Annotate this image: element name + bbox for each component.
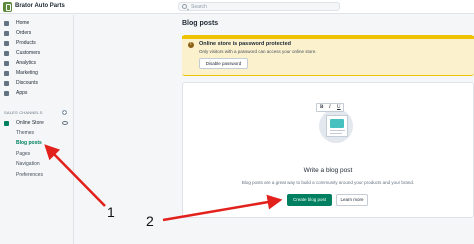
underline-icon: U	[337, 105, 341, 110]
sidebar-subitem-blog-posts[interactable]: Blog posts	[16, 140, 42, 148]
empty-state-title: Write a blog post	[303, 167, 353, 174]
sidebar-item-discounts[interactable]: Discounts	[4, 79, 70, 88]
page-title: Blog posts	[182, 20, 219, 27]
sidebar-item-label: Apps	[16, 90, 28, 96]
sidebar-item-online-store[interactable]: Online Store	[4, 119, 70, 128]
tag-icon	[4, 41, 9, 46]
store-icon	[4, 121, 9, 126]
password-protection-banner: Online store is password protected Only …	[182, 35, 474, 76]
apps-icon	[4, 91, 9, 96]
text-line	[330, 130, 345, 131]
text-line	[330, 133, 342, 134]
sidebar-item-label: Analytics	[16, 60, 37, 66]
disable-password-button[interactable]: Disable password	[199, 58, 248, 69]
sidebar-subitem-preferences[interactable]: Preferences	[16, 172, 43, 180]
sidebar-item-orders[interactable]: Orders	[4, 29, 70, 38]
top-bar: Brator Auto Parts Search	[0, 0, 474, 14]
megaphone-icon	[4, 71, 9, 76]
image-icon	[330, 119, 344, 128]
italic-icon: I	[329, 105, 331, 110]
store-name[interactable]: Brator Auto Parts	[15, 3, 65, 9]
search-icon	[182, 4, 187, 9]
format-toolbar: B I U	[316, 103, 344, 112]
banner-title: Online store is password protected	[199, 41, 291, 47]
sidebar-item-apps[interactable]: Apps	[4, 89, 70, 98]
sidebar-subitem-themes[interactable]: Themes	[16, 130, 34, 138]
sidebar-subitem-pages[interactable]: Pages	[16, 151, 30, 159]
discount-icon	[4, 81, 9, 86]
create-blog-post-button[interactable]: Create blog post	[287, 194, 332, 206]
sidebar-item-marketing[interactable]: Marketing	[4, 69, 70, 78]
section-label-sales-channels: SALES CHANNELS	[4, 110, 43, 115]
annotation-label-2: 2	[146, 213, 154, 229]
search-input[interactable]: Search	[178, 2, 340, 11]
empty-state-text: Blog posts are a great way to build a co…	[241, 180, 415, 185]
person-icon	[4, 51, 9, 56]
sidebar-subitem-navigation[interactable]: Navigation	[16, 161, 40, 169]
blog-illustration: B I U	[314, 103, 354, 153]
shopify-logo-icon[interactable]	[3, 2, 12, 12]
sidebar-item-label: Marketing	[16, 70, 38, 76]
home-icon	[4, 21, 9, 26]
sidebar-item-label: Products	[16, 40, 36, 46]
learn-more-button[interactable]: Learn more	[336, 194, 368, 206]
empty-state-card: B I U Write a blog post Blog posts are a…	[182, 82, 474, 218]
annotation-label-1: 1	[107, 204, 115, 220]
sidebar-item-customers[interactable]: Customers	[4, 49, 70, 58]
sidebar-item-label: Home	[16, 20, 30, 26]
sidebar-item-label: Customers	[16, 50, 41, 56]
sidebar-item-label: Orders	[16, 30, 32, 36]
bold-icon: B	[320, 105, 324, 110]
search-placeholder: Search	[191, 4, 207, 10]
warning-icon	[188, 41, 194, 48]
bar-chart-icon	[4, 61, 9, 66]
sidebar-item-home[interactable]: Home	[4, 19, 70, 28]
banner-accent-bar	[182, 36, 474, 39]
eye-icon[interactable]	[62, 121, 68, 125]
sidebar-item-label: Discounts	[16, 80, 38, 86]
add-channel-icon[interactable]	[62, 110, 67, 115]
banner-text: Only visitors with a password can access…	[199, 49, 317, 54]
sidebar: Home Orders Products Customers Analytics…	[0, 15, 74, 244]
sidebar-item-products[interactable]: Products	[4, 39, 70, 48]
sidebar-item-analytics[interactable]: Analytics	[4, 59, 70, 68]
sidebar-item-label: Online Store	[16, 120, 44, 126]
document-icon	[326, 115, 348, 137]
orders-icon	[4, 31, 9, 36]
